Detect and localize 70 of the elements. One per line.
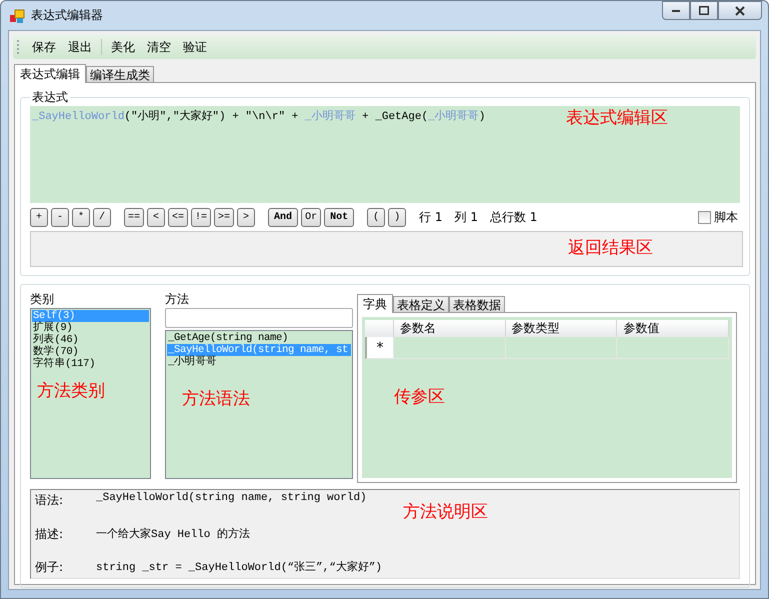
operator-button[interactable]: ( — [367, 208, 386, 226]
list-item[interactable]: 数学(70) — [32, 346, 149, 358]
operator-button[interactable]: Or — [301, 208, 322, 226]
cursor-position: 总行数 1 — [490, 208, 538, 226]
list-label: 类别 — [30, 291, 55, 308]
code-line: _SayHelloWorld("小明","大家好") + "\n\r" + _小明哥哥 + _GetAge(_小明哥哥) — [32, 111, 486, 123]
tab[interactable]: 表达式编辑 — [14, 64, 86, 83]
annotation-label: 方法说明区 — [403, 501, 488, 523]
toolbar-button[interactable]: 退出 — [62, 36, 98, 58]
list-item[interactable]: 列表(46) — [32, 334, 149, 346]
tab[interactable]: 编译生成类 — [86, 66, 154, 82]
window-title: 表达式编辑器 — [31, 7, 103, 24]
tab[interactable]: 表格定义 — [393, 296, 449, 312]
grid-cell[interactable] — [617, 337, 729, 359]
column-header[interactable]: 参数名 — [394, 320, 506, 337]
list-item[interactable]: _小明哥哥 — [167, 356, 351, 368]
toolbar-button[interactable]: 清空 — [141, 36, 177, 58]
annotation-label: 返回结果区 — [568, 237, 653, 259]
tab[interactable]: 表格数据 — [449, 296, 505, 312]
field-label: 描述: — [35, 526, 64, 542]
close-button[interactable] — [718, 1, 762, 20]
annotation-label: 方法语法 — [182, 388, 250, 410]
operator-button[interactable]: > — [237, 208, 256, 226]
maximize-icon — [699, 6, 709, 15]
maximize-button[interactable] — [690, 1, 718, 20]
operator-button[interactable]: != — [191, 208, 212, 226]
header-cell — [365, 320, 394, 337]
field-value: _SayHelloWorld(string name, string world) — [96, 492, 367, 506]
operator-button[interactable]: + — [30, 208, 48, 226]
checkbox[interactable] — [698, 210, 711, 224]
operator-button[interactable]: * — [72, 208, 90, 226]
annotation-label: 方法类别 — [37, 380, 105, 402]
operator-button[interactable]: <= — [168, 208, 188, 226]
operator-button[interactable]: ) — [388, 208, 406, 226]
tab[interactable]: 字典 — [357, 294, 393, 313]
operator-button[interactable]: And — [268, 208, 298, 226]
row-header: * — [365, 337, 394, 359]
cursor-position: 列 1 — [454, 208, 478, 226]
column-header[interactable]: 参数类型 — [506, 320, 618, 337]
grid-cell[interactable] — [394, 337, 506, 359]
grid-cell[interactable] — [506, 337, 618, 359]
field-label: 例子: — [35, 559, 64, 576]
minimize-button[interactable] — [662, 1, 690, 20]
annotation-label: 传参区 — [394, 386, 445, 408]
search-field[interactable] — [165, 308, 353, 328]
operator-button[interactable]: - — [51, 208, 69, 226]
annotation-label: 表达式编辑区 — [566, 108, 668, 129]
close-icon — [735, 6, 745, 16]
operator-button[interactable]: / — [93, 208, 111, 226]
list-item[interactable]: _GetAge(string name) — [167, 332, 351, 344]
group-title: 表达式 — [31, 89, 69, 106]
toolbar-button[interactable]: 美化 — [105, 36, 141, 58]
list-item[interactable]: 字符串(117) — [32, 358, 149, 370]
toolbar-button[interactable]: 验证 — [177, 36, 213, 58]
field-label: 语法: — [35, 492, 64, 509]
operator-button[interactable]: < — [147, 208, 166, 226]
minimize-icon — [672, 10, 680, 12]
list-label: 方法 — [165, 291, 190, 308]
app-icon — [9, 8, 25, 24]
operator-button[interactable]: >= — [214, 208, 234, 226]
checkbox-label: 脚本 — [714, 208, 738, 226]
toolbar-button[interactable]: 保存 — [26, 36, 62, 58]
operator-button[interactable]: Not — [324, 208, 354, 226]
field-value: string _str = _SayHelloWorld(“张三”,“大家好”) — [96, 560, 382, 576]
column-header[interactable]: 参数值 — [617, 320, 729, 337]
cursor-position: 行 1 — [419, 208, 443, 226]
list-item[interactable]: 扩展(9) — [32, 322, 149, 334]
field-value: 一个给大家Say Hello 的方法 — [96, 526, 250, 542]
expression-editor[interactable]: _SayHelloWorld("小明","大家好") + "\n\r" + _小明哥哥 + _GetAge(_小明哥哥) 表达式编辑区 — [30, 106, 740, 203]
operator-button[interactable]: == — [124, 208, 144, 226]
